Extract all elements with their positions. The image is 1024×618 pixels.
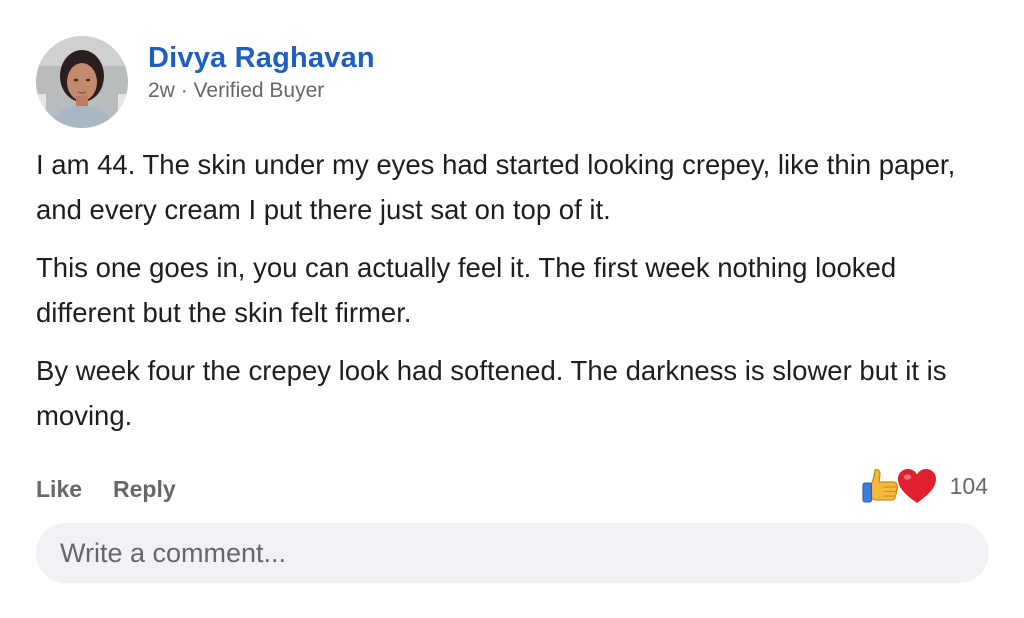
heart-icon <box>897 469 936 503</box>
avatar[interactable] <box>36 36 128 128</box>
comment-time[interactable]: 2w <box>148 79 175 102</box>
author-name[interactable]: Divya Raghavan <box>148 40 375 76</box>
comment-paragraph: This one goes in, you can actually feel … <box>36 252 897 328</box>
reaction-count: 104 <box>949 473 988 499</box>
write-comment-input[interactable] <box>36 523 989 583</box>
profile-photo <box>36 36 128 128</box>
comment-paragraph: By week four the crepey look had softene… <box>36 355 947 431</box>
like-button[interactable]: Like <box>36 472 82 506</box>
thumbs-up-icon <box>862 468 898 503</box>
comment-body: I am 44. The skin under my eyes had star… <box>36 143 996 452</box>
comment-meta: 2w · Verified Buyer <box>148 78 324 104</box>
comment-paragraph: I am 44. The skin under my eyes had star… <box>36 149 956 225</box>
verified-buyer-badge: Verified Buyer <box>193 79 325 102</box>
meta-separator: · <box>180 79 188 102</box>
reaction-summary[interactable]: 104 <box>860 462 988 510</box>
reply-button[interactable]: Reply <box>113 472 176 506</box>
comment-actions: Like Reply <box>36 472 207 506</box>
